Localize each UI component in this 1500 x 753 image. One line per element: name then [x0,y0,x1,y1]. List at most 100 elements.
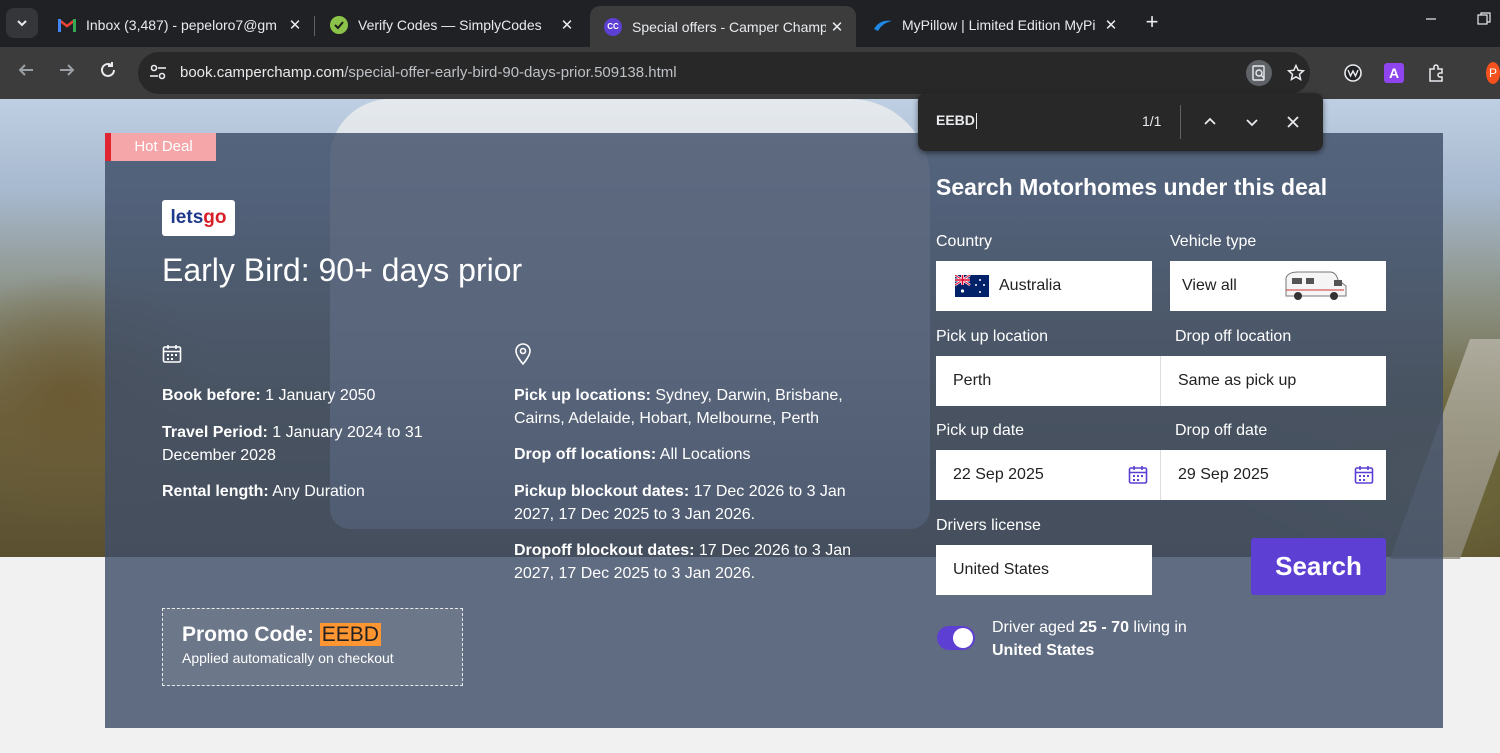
country-label: Country [936,233,993,250]
pickup-date-value: 22 Sep 2025 [953,466,1044,483]
hot-deal-badge: Hot Deal [105,133,216,161]
close-tab-icon[interactable]: ✕ [1100,16,1122,34]
forward-arrow-icon [60,64,75,76]
site-info-icon[interactable] [148,62,170,84]
dropoff-locations-info: Drop off locations: All Locations [514,443,879,466]
drivers-license-value: United States [953,561,1050,578]
profile-avatar[interactable]: P [1482,61,1500,85]
simplycodes-icon [330,16,348,34]
letsgo-logo: lets go [162,200,235,236]
find-in-page-bar: EEBD 1/1 [918,93,1323,151]
drivers-license-label: Drivers license [936,517,1041,534]
dropoff-locations-value: All Locations [659,446,751,463]
calendar-icon [162,344,182,364]
pickup-blockout-info: Pickup blockout dates: 17 Dec 2026 to 3 … [514,480,879,526]
search-form-title: Search Motorhomes under this deal [936,174,1328,200]
back-button[interactable] [14,61,38,85]
pickup-locations-info: Pick up locations: Sydney, Darwin, Brisb… [514,384,879,430]
driver-text-part2: living in [1128,619,1187,636]
driver-age-toggle[interactable] [937,626,975,650]
calendar-icon[interactable] [1128,465,1148,485]
logo-text-lets: lets [170,207,204,228]
camperchamp-icon: CC [604,17,622,36]
close-icon [1287,116,1299,128]
promo-code-box: Promo Code: EEBD Applied automatically o… [162,608,463,686]
travel-period-info: Travel Period: 1 January 2024 to 31 Dece… [162,421,462,467]
country-select[interactable]: Australia [936,261,1152,311]
dropoff-location-select[interactable]: Same as pick up [1160,356,1386,406]
driver-country: United States [992,642,1095,659]
tab-simplycodes[interactable]: Verify Codes — SimplyCodes ✕ [316,6,586,44]
profile-initial: P [1486,62,1500,84]
find-next-button[interactable] [1240,110,1264,134]
pickup-location-label: Pick up location [936,328,1049,345]
new-tab-button[interactable]: + [1140,10,1164,34]
vehicle-type-select[interactable]: View all [1170,261,1386,311]
calendar-icon[interactable] [1354,465,1374,485]
book-before-info: Book before: 1 January 2050 [162,384,462,407]
location-pin-icon [514,343,534,366]
driver-text-part1: Driver aged [992,619,1080,636]
driver-age-range: 25 - 70 [1079,619,1129,636]
dropoff-date-input[interactable]: 29 Sep 2025 [1160,450,1386,500]
toggle-knob [953,628,973,648]
back-arrow-icon [18,64,33,76]
extensions-puzzle-icon[interactable] [1424,61,1448,85]
logo-text-go: go [203,207,227,228]
dropoff-blockout-label: Dropoff blockout dates: [514,542,695,559]
url-host: book.camperchamp.com [180,64,345,81]
close-tab-icon[interactable]: ✕ [284,16,306,34]
extension-a-label: A [1384,63,1404,83]
text-cursor [975,113,977,130]
vehicle-type-value: View all [1182,277,1237,294]
travel-period-label: Travel Period: [162,424,268,441]
promo-code-value[interactable]: EEBD [319,623,381,646]
tab-title: Special offers - Camper Champ [632,18,826,35]
url-text[interactable]: book.camperchamp.com/special-offer-early… [180,64,677,81]
browser-toolbar: book.camperchamp.com/special-offer-early… [0,47,1500,99]
chevron-down-icon [1246,119,1258,127]
tab-camperchamp[interactable]: CC Special offers - Camper Champ ✕ [590,6,856,47]
find-in-page-icon[interactable] [1246,60,1272,86]
rental-length-info: Rental length: Any Duration [162,480,462,503]
search-button[interactable]: Search [1251,538,1386,595]
australia-flag-icon [955,275,989,297]
motorhome-icon [1285,271,1347,300]
pickup-locations-label: Pick up locations: [514,387,651,404]
bookmark-star-icon[interactable] [1283,60,1309,86]
extension-a-icon[interactable]: A [1382,61,1406,85]
tab-divider [314,16,315,36]
pickup-location-select[interactable]: Perth [936,356,1160,406]
close-tab-icon[interactable]: ✕ [556,16,578,34]
forward-button[interactable] [55,61,79,85]
pickup-location-value: Perth [953,372,992,389]
dropoff-location-label: Drop off location [1175,328,1292,345]
url-path: /special-offer-early-bird-90-days-prior.… [344,64,677,81]
chevron-down-icon [17,20,27,27]
tab-mypillow[interactable]: MyPillow | Limited Edition MyPi ✕ [860,6,1130,44]
find-match-count: 1/1 [1142,113,1162,129]
vehicle-type-label: Vehicle type [1170,233,1257,250]
find-input[interactable]: EEBD [936,112,977,130]
minimize-window-icon[interactable] [1425,12,1437,28]
close-tab-icon[interactable]: ✕ [826,18,848,36]
restore-window-icon[interactable] [1477,12,1491,29]
deal-title: Early Bird: 90+ days prior [162,252,523,288]
extension-w-icon[interactable] [1341,61,1365,85]
dropoff-locations-label: Drop off locations: [514,446,657,463]
promo-code-line: Promo Code: EEBD [182,623,443,647]
reload-button[interactable] [96,61,120,85]
country-value: Australia [999,277,1062,294]
drivers-license-select[interactable]: United States [936,545,1152,595]
dropoff-date-label: Drop off date [1175,422,1268,439]
tab-search-button[interactable] [6,8,38,38]
promo-code-note: Applied automatically on checkout [182,650,394,666]
tab-gmail[interactable]: Inbox (3,487) - pepeloro7@gm ✕ [44,6,314,44]
book-before-value: 1 January 2050 [265,387,376,404]
find-previous-button[interactable] [1198,110,1222,134]
tab-title: Inbox (3,487) - pepeloro7@gm [86,17,277,33]
find-close-button[interactable] [1281,110,1305,134]
promo-code-label: Promo Code: [182,623,314,646]
pickup-date-input[interactable]: 22 Sep 2025 [936,450,1160,500]
find-query: EEBD [936,112,975,128]
